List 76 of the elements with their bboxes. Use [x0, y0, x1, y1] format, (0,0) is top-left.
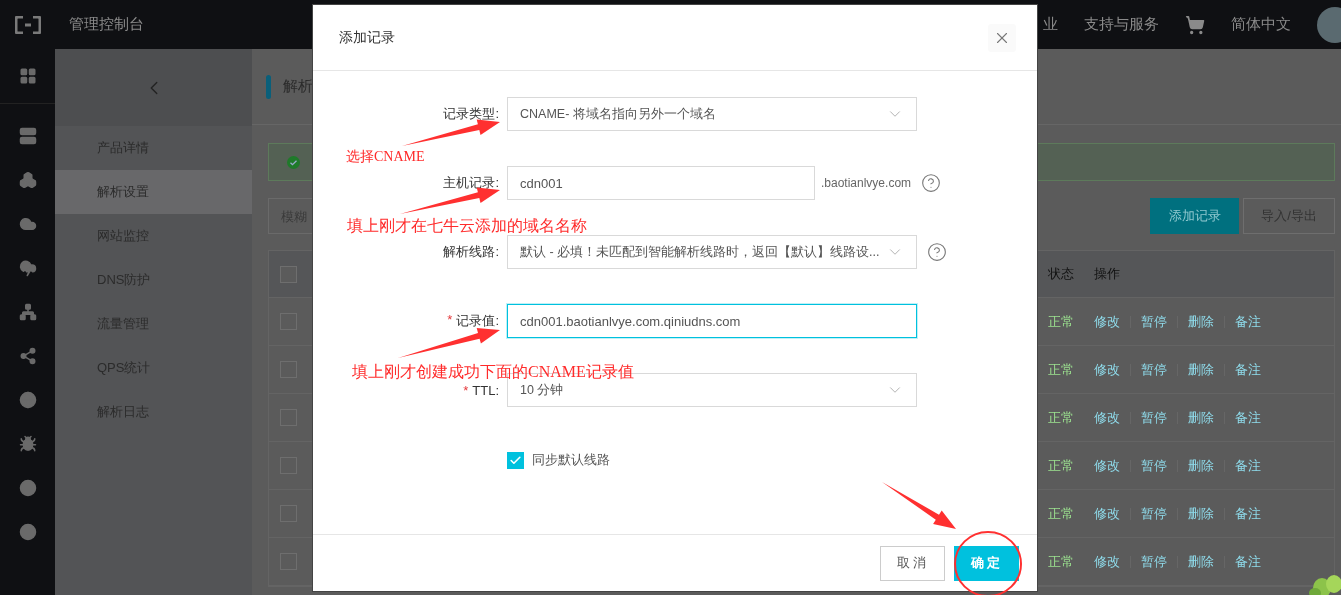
action-link[interactable]: 删除 — [1188, 504, 1214, 523]
select-field[interactable]: 默认 - 必填！未匹配到智能解析线路时，返回【默认】线路设... — [507, 235, 917, 269]
status-text: 正常 — [1048, 504, 1075, 523]
action-link[interactable]: 修改 — [1094, 408, 1120, 427]
action-link[interactable]: 修改 — [1094, 552, 1120, 571]
action-link[interactable]: 备注 — [1235, 552, 1261, 571]
status-text: 正常 — [1048, 312, 1075, 331]
grid-icon[interactable] — [18, 67, 37, 85]
action-link[interactable]: 暂停 — [1141, 312, 1167, 331]
action-link[interactable]: 修改 — [1094, 504, 1120, 523]
action-link[interactable]: 暂停 — [1141, 552, 1167, 571]
help-icon[interactable] — [927, 242, 947, 262]
status-text: 正常 — [1048, 360, 1075, 379]
action-link[interactable]: 删除 — [1188, 456, 1214, 475]
circle-icon[interactable] — [18, 523, 37, 541]
nav-item[interactable]: 解析设置 — [55, 170, 252, 214]
text-field[interactable]: cdn001.baotianlvye.com.qiniudns.com — [507, 304, 917, 338]
action-link[interactable]: 备注 — [1235, 360, 1261, 379]
close-button[interactable] — [988, 23, 1016, 52]
field-label: 解析线路: — [443, 243, 499, 261]
language-link[interactable]: 简体中文 — [1231, 15, 1291, 34]
dialog-title: 添加记录 — [339, 28, 395, 47]
action-link[interactable]: 备注 — [1235, 456, 1261, 475]
logo-icon — [14, 15, 41, 34]
action-link[interactable]: 删除 — [1188, 552, 1214, 571]
top-link[interactable]: 业 — [1043, 15, 1058, 34]
action-link[interactable]: 备注 — [1235, 312, 1261, 331]
checkbox[interactable] — [280, 265, 297, 283]
bug-icon[interactable] — [18, 435, 37, 453]
field-label: 记录值: — [456, 312, 499, 330]
status-text: 正常 — [1048, 408, 1075, 427]
field-label: 主机记录: — [443, 174, 499, 192]
plant-drawing — [1309, 575, 1341, 595]
action-link[interactable]: 删除 — [1188, 312, 1214, 331]
column-header: 状态 — [1048, 265, 1075, 283]
title-accent-bar — [266, 74, 271, 99]
action-link[interactable]: 暂停 — [1141, 456, 1167, 475]
required-mark: * — [447, 312, 453, 329]
domain-suffix: .baotianlvye.com — [821, 176, 912, 190]
cart-icon[interactable] — [1185, 14, 1205, 35]
server-icon[interactable] — [18, 127, 37, 145]
cloud-icon[interactable] — [18, 215, 37, 233]
action-link[interactable]: 删除 — [1188, 360, 1214, 379]
text-field[interactable]: cdn001 — [507, 166, 815, 200]
action-link[interactable]: 修改 — [1094, 360, 1120, 379]
column-header: 操作 — [1094, 265, 1121, 283]
help-icon[interactable] — [921, 173, 942, 193]
annotation-text: 选择CNAME — [346, 148, 425, 166]
action-link[interactable]: 备注 — [1235, 408, 1261, 427]
toolbar-button[interactable]: 添加记录 — [1150, 198, 1239, 234]
required-mark: * — [463, 382, 469, 398]
sync-checkbox[interactable] — [507, 451, 524, 469]
field-label: 记录类型: — [443, 105, 499, 123]
cloud-lightning-icon[interactable] — [18, 259, 37, 277]
success-icon — [287, 155, 300, 169]
select-field[interactable]: CNAME- 将域名指向另外一个域名 — [507, 97, 917, 131]
circle-icon[interactable] — [18, 479, 37, 497]
action-link[interactable]: 备注 — [1235, 504, 1261, 523]
cancel-button[interactable]: 取消 — [880, 545, 945, 581]
network-icon[interactable] — [18, 303, 37, 321]
action-link[interactable]: 修改 — [1094, 456, 1120, 475]
top-link[interactable]: 支持与服务 — [1084, 15, 1159, 34]
action-link[interactable]: 删除 — [1188, 408, 1214, 427]
action-link[interactable]: 暂停 — [1141, 360, 1167, 379]
console-title: 管理控制台 — [69, 15, 144, 34]
annotation-text: 填上刚才在七牛云添加的域名名称 — [347, 216, 587, 236]
action-link[interactable]: 暂停 — [1141, 504, 1167, 523]
action-link[interactable]: 修改 — [1094, 312, 1120, 331]
check-icon — [509, 453, 522, 467]
action-link[interactable]: 暂停 — [1141, 408, 1167, 427]
share-icon[interactable] — [18, 347, 37, 365]
status-text: 正常 — [1048, 456, 1075, 475]
field-label: TTL: — [472, 382, 499, 398]
status-text: 正常 — [1048, 552, 1075, 571]
boxes-icon[interactable] — [18, 171, 37, 189]
checkbox-label: 同步默认线路 — [532, 451, 610, 469]
